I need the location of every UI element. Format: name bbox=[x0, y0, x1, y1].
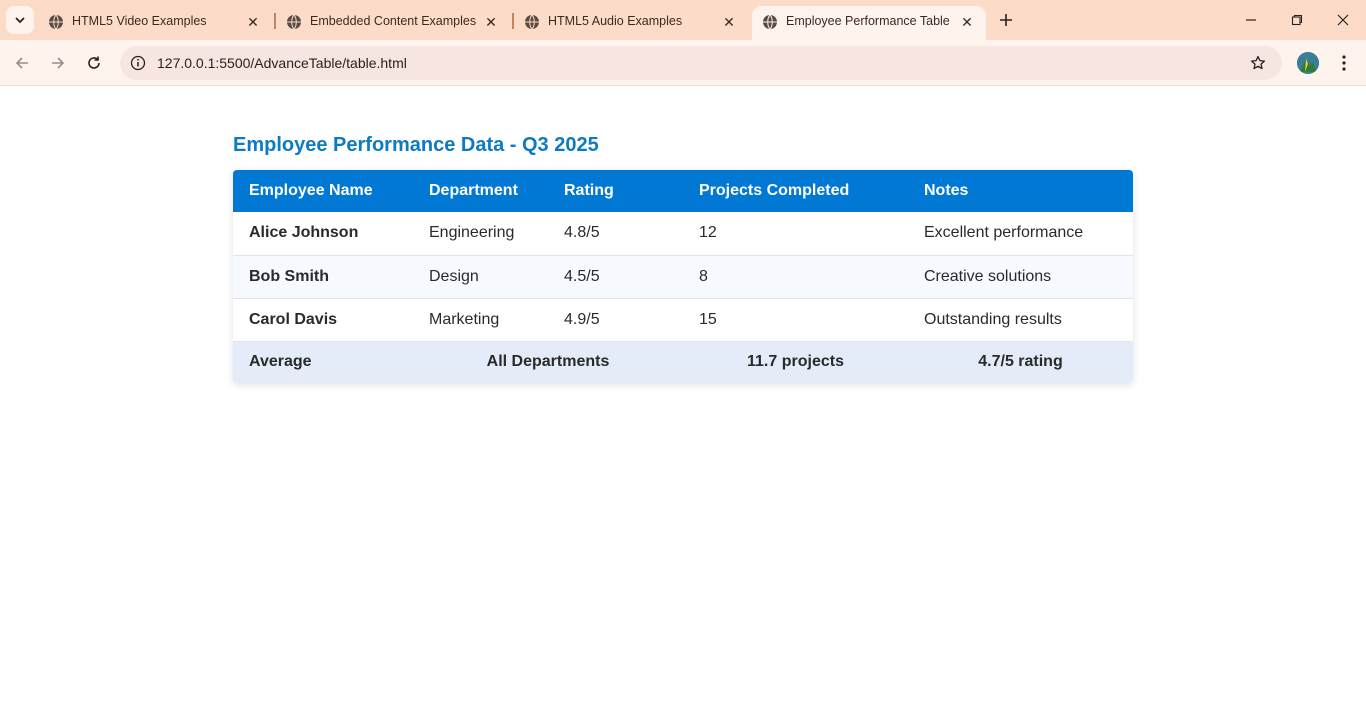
browser-toolbar: 127.0.0.1:5500/AdvanceTable/table.html bbox=[0, 40, 1366, 86]
close-tab-icon[interactable]: ✕ bbox=[244, 13, 262, 31]
department-cell: Marketing bbox=[413, 298, 548, 342]
more-vertical-icon bbox=[1342, 55, 1346, 71]
table-row: Carol Davis Marketing 4.9/5 15 Outstandi… bbox=[233, 298, 1133, 342]
performance-table: Employee Name Department Rating Projects… bbox=[233, 170, 1133, 383]
column-header: Notes bbox=[908, 170, 1133, 212]
department-cell: Design bbox=[413, 255, 548, 299]
footer-projects-cell: 11.7 projects bbox=[683, 341, 908, 383]
minimize-button[interactable] bbox=[1239, 8, 1263, 32]
column-header: Rating bbox=[548, 170, 683, 212]
minimize-icon bbox=[1246, 19, 1256, 21]
column-header: Projects Completed bbox=[683, 170, 908, 212]
column-header: Department bbox=[413, 170, 548, 212]
reload-icon bbox=[88, 56, 100, 69]
arrow-left-icon bbox=[15, 57, 28, 69]
tab-label: HTML5 Video Examples bbox=[72, 14, 207, 28]
chevron-down-icon bbox=[15, 17, 25, 24]
tab-label: Employee Performance Table bbox=[786, 14, 950, 28]
close-tab-icon[interactable]: ✕ bbox=[720, 13, 738, 31]
browser-menu-button[interactable] bbox=[1334, 52, 1354, 74]
tab-label: HTML5 Audio Examples bbox=[548, 14, 683, 28]
back-button[interactable] bbox=[10, 51, 34, 75]
rating-cell: 4.9/5 bbox=[548, 298, 683, 342]
footer-departments-cell: All Departments bbox=[413, 341, 683, 383]
department-cell: Engineering bbox=[413, 212, 548, 256]
close-tab-icon[interactable]: ✕ bbox=[482, 13, 500, 31]
plus-icon bbox=[1000, 14, 1012, 26]
arrow-right-icon bbox=[52, 57, 65, 69]
new-tab-button[interactable] bbox=[995, 9, 1017, 31]
notes-cell: Excellent performance bbox=[908, 212, 1133, 256]
employee-name-cell: Alice Johnson bbox=[233, 212, 413, 256]
projects-cell: 8 bbox=[683, 255, 908, 299]
close-icon bbox=[1337, 14, 1349, 26]
rating-cell: 4.5/5 bbox=[548, 255, 683, 299]
globe-icon bbox=[525, 14, 539, 30]
rating-cell: 4.8/5 bbox=[548, 212, 683, 256]
table-row: Bob Smith Design 4.5/5 8 Creative soluti… bbox=[233, 255, 1133, 299]
url-text[interactable]: 127.0.0.1:5500/AdvanceTable/table.html bbox=[157, 55, 407, 71]
notes-cell: Creative solutions bbox=[908, 255, 1133, 299]
globe-icon bbox=[49, 14, 63, 30]
close-window-button[interactable] bbox=[1331, 8, 1355, 32]
tab-strip: HTML5 Video Examples ✕ Embedded Content … bbox=[0, 0, 1366, 40]
notes-cell: Outstanding results bbox=[908, 298, 1133, 342]
tab-html5-video[interactable]: HTML5 Video Examples ✕ bbox=[38, 6, 272, 40]
restore-icon bbox=[1291, 14, 1303, 26]
forward-button[interactable] bbox=[46, 51, 70, 75]
site-info-icon[interactable] bbox=[128, 53, 148, 73]
table-header-row: Employee Name Department Rating Projects… bbox=[233, 170, 1133, 212]
page-title: Employee Performance Data - Q3 2025 bbox=[233, 134, 599, 156]
employee-name-cell: Bob Smith bbox=[233, 255, 413, 299]
table-footer-row: Average All Departments 11.7 projects 4.… bbox=[233, 341, 1133, 383]
footer-rating-cell: 4.7/5 rating bbox=[908, 341, 1133, 383]
tab-search-button[interactable] bbox=[6, 6, 34, 34]
restore-button[interactable] bbox=[1285, 8, 1309, 32]
footer-label-cell: Average bbox=[233, 341, 413, 383]
globe-icon bbox=[287, 14, 301, 30]
tab-html5-audio[interactable]: HTML5 Audio Examples ✕ bbox=[514, 6, 748, 40]
table-row: Alice Johnson Engineering 4.8/5 12 Excel… bbox=[233, 212, 1133, 256]
tab-employee-performance[interactable]: Employee Performance Table ✕ bbox=[752, 6, 986, 40]
close-tab-icon[interactable]: ✕ bbox=[958, 13, 976, 31]
reload-button[interactable] bbox=[82, 51, 106, 75]
address-bar[interactable]: 127.0.0.1:5500/AdvanceTable/table.html bbox=[120, 46, 1282, 80]
column-header: Employee Name bbox=[233, 170, 413, 212]
profile-avatar[interactable] bbox=[1297, 52, 1319, 74]
projects-cell: 15 bbox=[683, 298, 908, 342]
employee-name-cell: Carol Davis bbox=[233, 298, 413, 342]
globe-icon bbox=[763, 14, 777, 30]
tab-label: Embedded Content Examples bbox=[310, 14, 477, 28]
projects-cell: 12 bbox=[683, 212, 908, 256]
bookmark-star-icon[interactable] bbox=[1248, 53, 1268, 73]
tab-embedded-content[interactable]: Embedded Content Examples ✕ bbox=[276, 6, 510, 40]
